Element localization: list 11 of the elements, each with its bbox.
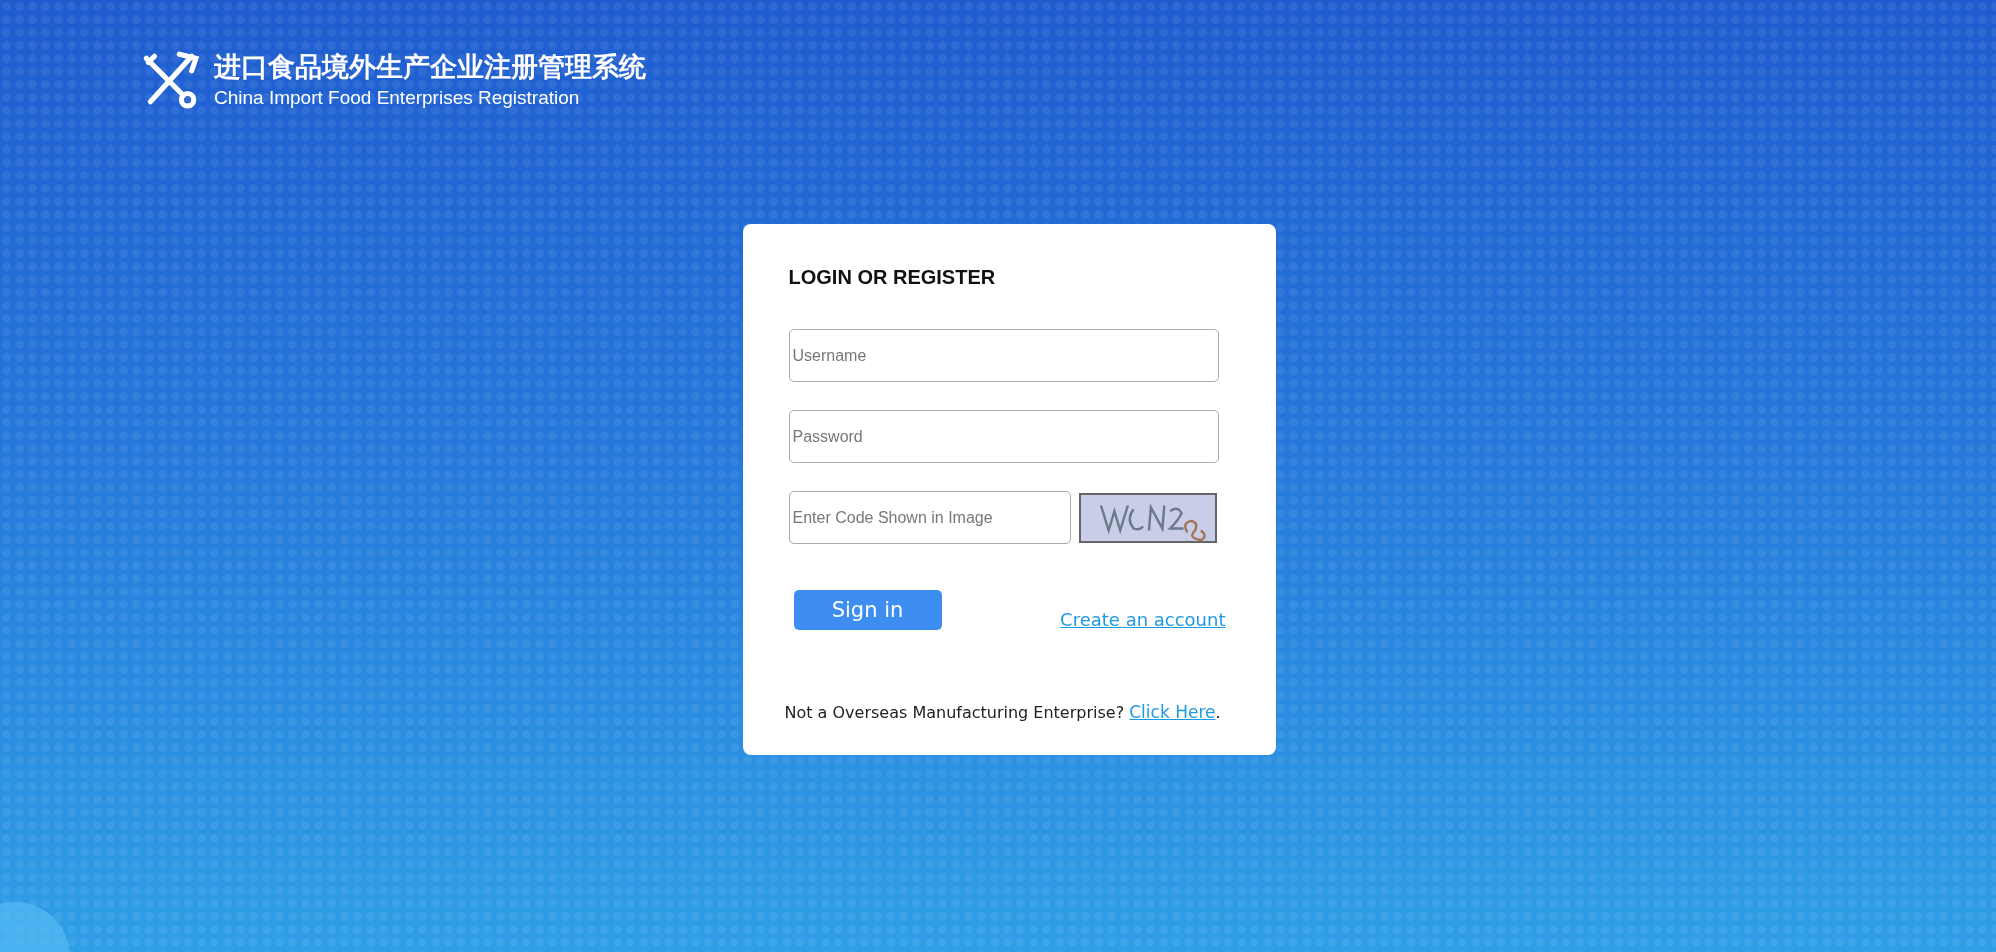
enterprise-note: Not a Overseas Manufacturing Enterprise? Click Here.	[784, 702, 1220, 722]
captcha-image[interactable]	[1078, 492, 1217, 543]
create-account-link[interactable]: Create an account	[1060, 609, 1226, 630]
captcha-field[interactable]: Enter Code Shown in Image	[788, 491, 1071, 544]
sign-in-button[interactable]: Sign in	[793, 590, 942, 630]
system-subtitle: China Import Food Enterprises Registration	[214, 87, 581, 109]
login-heading: LOGIN OR REGISTER	[788, 266, 997, 289]
system-title: 进口食品境外生产企业注册管理系统	[214, 50, 646, 84]
password-field[interactable]: Password	[788, 410, 1219, 463]
click-here-link[interactable]: Click Here	[1129, 702, 1216, 722]
username-field[interactable]: Username	[788, 329, 1219, 382]
